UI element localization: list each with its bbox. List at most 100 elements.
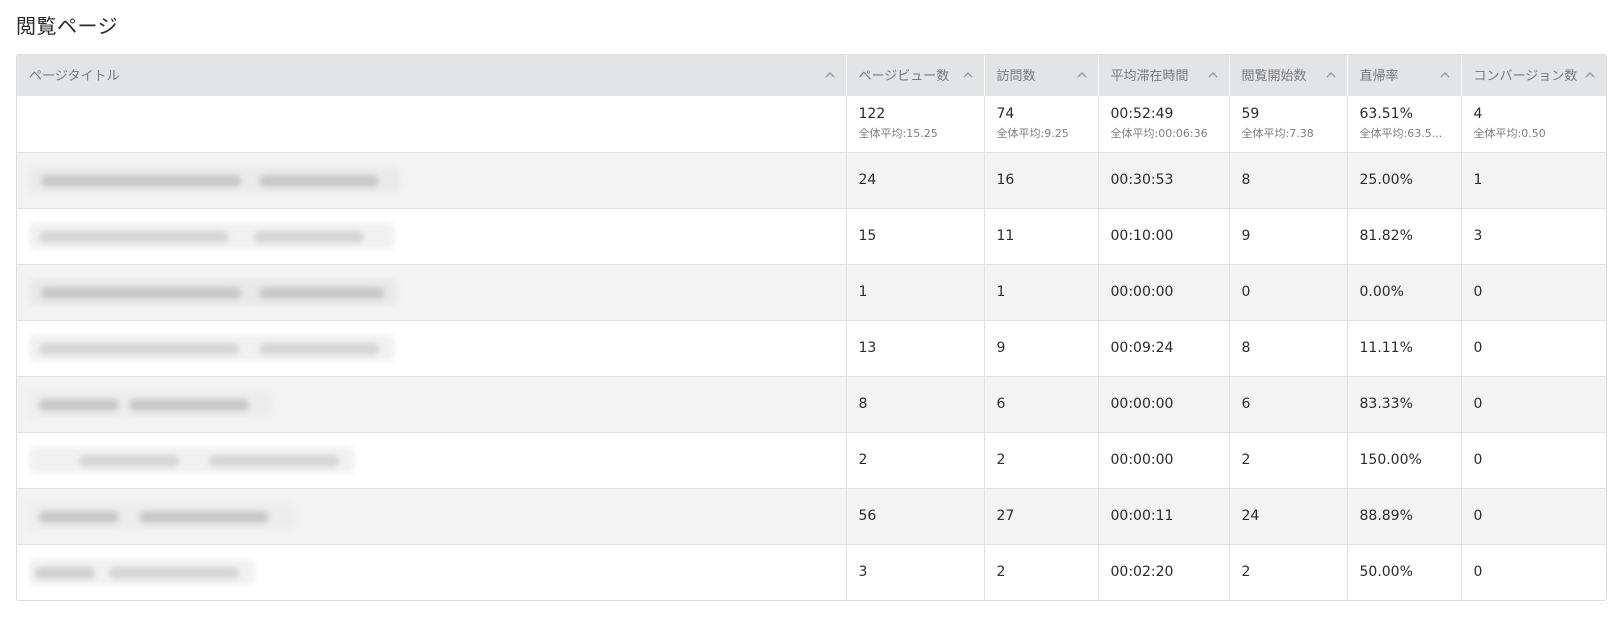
- chevron-up-icon[interactable]: [1325, 69, 1337, 81]
- cell-conversions: 0: [1461, 431, 1606, 488]
- summary-average: 全体平均:00:06:36: [1110, 127, 1208, 140]
- cell-page-views: 13: [846, 319, 985, 376]
- cell-visits: 27: [984, 487, 1099, 544]
- page: 閲覧ページ ページタイトル ページビュー数 訪問数 平均滞在時間 閲覧開始数 直…: [0, 0, 1622, 642]
- summary-cell-page-views: 122 全体平均:15.25: [846, 94, 985, 152]
- blurred-page-title: [29, 559, 255, 586]
- summary-average: 全体平均:0.50: [1473, 127, 1546, 140]
- summary-value: 74: [996, 106, 1015, 122]
- page-title-cell[interactable]: [17, 263, 847, 320]
- page-title-cell[interactable]: [17, 151, 847, 208]
- blurred-page-title: [29, 223, 395, 249]
- cell-bounce-rate: 50.00%: [1347, 543, 1462, 600]
- chevron-up-icon[interactable]: [1584, 69, 1596, 81]
- table-row[interactable]: 3 2 00:02:20 2 50.00% 0: [17, 543, 1606, 600]
- column-header-label: 直帰率: [1359, 69, 1399, 85]
- table-row[interactable]: 56 27 00:00:11 24 88.89% 0: [17, 487, 1606, 544]
- cell-entrances: 0: [1229, 263, 1348, 320]
- chevron-up-icon[interactable]: [1076, 69, 1088, 81]
- blurred-page-title: [29, 279, 397, 305]
- cell-visits: 16: [984, 151, 1099, 208]
- page-title: 閲覧ページ: [16, 14, 119, 38]
- column-header-bounce-rate[interactable]: 直帰率: [1347, 55, 1462, 95]
- blurred-page-title: [29, 391, 273, 417]
- column-header-avg-time[interactable]: 平均滞在時間: [1098, 55, 1230, 95]
- page-title-cell[interactable]: [17, 207, 847, 264]
- cell-avg-time: 00:10:00: [1098, 207, 1230, 264]
- cell-conversions: 0: [1461, 263, 1606, 320]
- cell-entrances: 2: [1229, 431, 1348, 488]
- column-header-conversions[interactable]: コンバージョン数: [1461, 55, 1606, 95]
- chevron-up-icon[interactable]: [1207, 69, 1219, 81]
- cell-bounce-rate: 88.89%: [1347, 487, 1462, 544]
- table-row[interactable]: 15 11 00:10:00 9 81.82% 3: [17, 207, 1606, 264]
- cell-entrances: 8: [1229, 151, 1348, 208]
- cell-visits: 2: [984, 431, 1099, 488]
- chevron-up-icon[interactable]: [824, 69, 836, 81]
- table-row[interactable]: 24 16 00:30:53 8 25.00% 1: [17, 151, 1606, 208]
- cell-conversions: 1: [1461, 151, 1606, 208]
- cell-conversions: 0: [1461, 319, 1606, 376]
- page-title-cell[interactable]: [17, 431, 847, 488]
- cell-avg-time: 00:00:11: [1098, 487, 1230, 544]
- summary-cell-entrances: 59 全体平均:7.38: [1229, 94, 1348, 152]
- cell-conversions: 3: [1461, 207, 1606, 264]
- cell-entrances: 9: [1229, 207, 1348, 264]
- column-header-label: ページビュー数: [858, 69, 950, 85]
- page-title-cell[interactable]: [17, 487, 847, 544]
- page-title-cell[interactable]: [17, 319, 847, 376]
- cell-visits: 9: [984, 319, 1099, 376]
- table-row[interactable]: 13 9 00:09:24 8 11.11% 0: [17, 319, 1606, 376]
- column-header-entrances[interactable]: 閲覧開始数: [1229, 55, 1348, 95]
- cell-page-views: 24: [846, 151, 985, 208]
- column-header-label: コンバージョン数: [1473, 69, 1578, 85]
- cell-page-views: 8: [846, 375, 985, 432]
- cell-bounce-rate: 11.11%: [1347, 319, 1462, 376]
- table-row[interactable]: 8 6 00:00:00 6 83.33% 0: [17, 375, 1606, 432]
- column-header-page-title[interactable]: ページタイトル: [17, 55, 847, 95]
- table-header-row: ページタイトル ページビュー数 訪問数 平均滞在時間 閲覧開始数 直帰率 コンバ…: [17, 55, 1606, 95]
- cell-page-views: 2: [846, 431, 985, 488]
- table-row[interactable]: 2 2 00:00:00 2 150.00% 0: [17, 431, 1606, 488]
- cell-avg-time: 00:30:53: [1098, 151, 1230, 208]
- summary-value: 00:52:49: [1110, 106, 1174, 122]
- cell-bounce-rate: 0.00%: [1347, 263, 1462, 320]
- summary-value: 59: [1241, 106, 1260, 122]
- summary-cell-visits: 74 全体平均:9.25: [984, 94, 1099, 152]
- cell-avg-time: 00:09:24: [1098, 319, 1230, 376]
- blurred-page-title: [29, 503, 295, 529]
- summary-average: 全体平均:9.25: [996, 127, 1069, 140]
- page-title-cell[interactable]: [17, 375, 847, 432]
- cell-page-views: 56: [846, 487, 985, 544]
- cell-bounce-rate: 81.82%: [1347, 207, 1462, 264]
- summary-cell-avg-time: 00:52:49 全体平均:00:06:36: [1098, 94, 1230, 152]
- cell-avg-time: 00:00:00: [1098, 375, 1230, 432]
- summary-row: 122 全体平均:15.25 74 全体平均:9.25 00:52:49 全体平均:0…: [17, 94, 1606, 152]
- cell-bounce-rate: 25.00%: [1347, 151, 1462, 208]
- table-row[interactable]: 1 1 00:00:00 0 0.00% 0: [17, 263, 1606, 320]
- cell-entrances: 24: [1229, 487, 1348, 544]
- cell-entrances: 2: [1229, 543, 1348, 600]
- cell-avg-time: 00:00:00: [1098, 431, 1230, 488]
- summary-average: 全体平均:15.25: [858, 127, 938, 140]
- blurred-page-title: [29, 167, 401, 193]
- cell-conversions: 0: [1461, 487, 1606, 544]
- chevron-up-icon[interactable]: [962, 69, 974, 81]
- chevron-up-icon[interactable]: [1439, 69, 1451, 81]
- summary-cell-bounce-rate: 63.51% 全体平均:63.5...: [1347, 94, 1462, 152]
- cell-page-views: 1: [846, 263, 985, 320]
- page-title-cell[interactable]: [17, 543, 847, 600]
- cell-page-views: 15: [846, 207, 985, 264]
- column-header-visits[interactable]: 訪問数: [984, 55, 1099, 95]
- summary-value: 122: [858, 106, 886, 122]
- summary-average: 全体平均:63.5...: [1359, 127, 1443, 140]
- cell-entrances: 8: [1229, 319, 1348, 376]
- summary-average: 全体平均:7.38: [1241, 127, 1314, 140]
- cell-page-views: 3: [846, 543, 985, 600]
- cell-bounce-rate: 150.00%: [1347, 431, 1462, 488]
- column-header-label: 平均滞在時間: [1110, 69, 1189, 85]
- blurred-page-title: [29, 335, 395, 361]
- cell-entrances: 6: [1229, 375, 1348, 432]
- column-header-page-views[interactable]: ページビュー数: [846, 55, 985, 95]
- page-views-table: ページタイトル ページビュー数 訪問数 平均滞在時間 閲覧開始数 直帰率 コンバ…: [16, 54, 1607, 601]
